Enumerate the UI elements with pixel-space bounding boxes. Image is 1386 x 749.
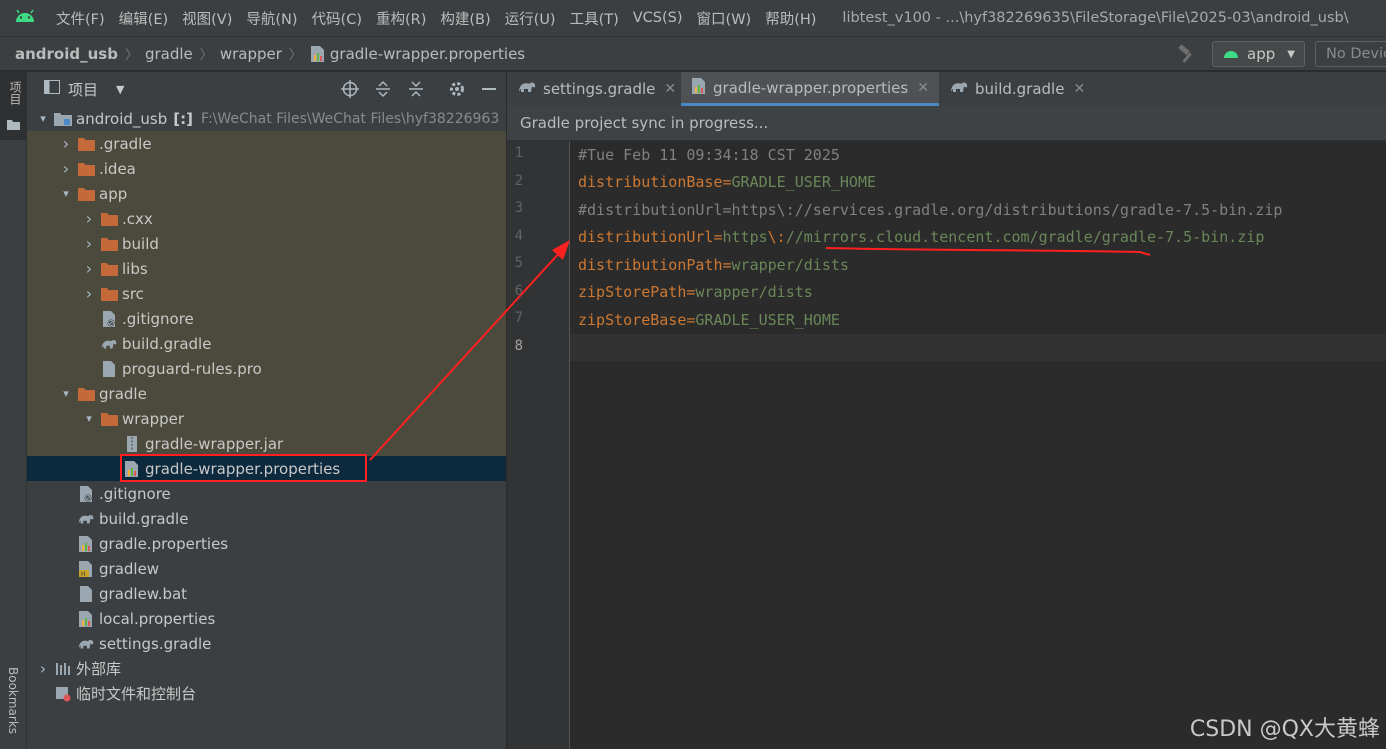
- watermark: CSDN @QX大黄蜂: [1189, 717, 1380, 742]
- annotation-underline: [825, 247, 1151, 256]
- annotation-overlay: [369, 240, 1151, 461]
- annotation-arrow: [369, 249, 563, 461]
